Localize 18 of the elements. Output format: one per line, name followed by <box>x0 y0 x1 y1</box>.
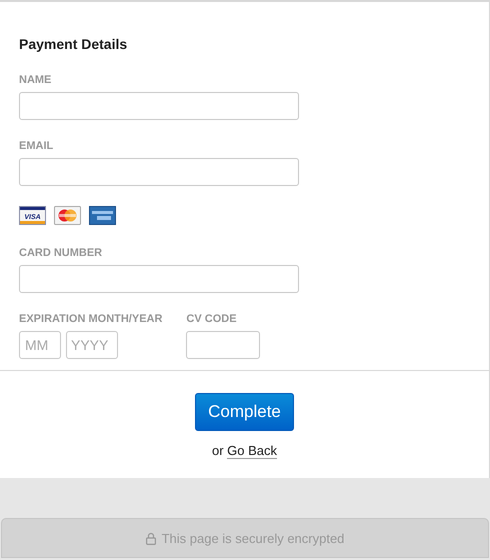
field-label: EMAIL <box>19 140 54 152</box>
cv-code-field[interactable] <box>186 331 260 359</box>
mastercard-card-icon <box>54 206 81 225</box>
month-field[interactable]: MM <box>19 331 61 359</box>
field-label: EXPIRATION MONTH/YEAR <box>19 313 162 325</box>
or-text: or <box>212 443 224 458</box>
year-field[interactable]: YYYY <box>66 331 118 359</box>
lock-icon <box>146 532 156 544</box>
security-text: This page is securely encrypted <box>162 530 344 546</box>
go-back-link[interactable]: Go Back <box>227 443 278 459</box>
complete-button[interactable]: Complete <box>195 393 294 431</box>
card-number-field[interactable] <box>19 265 299 293</box>
input-field[interactable] <box>19 158 299 186</box>
form-title: Payment Details <box>19 36 128 52</box>
input-field[interactable] <box>19 92 299 120</box>
field-label: NAME <box>19 74 52 86</box>
field-label: CARD NUMBER <box>19 247 104 259</box>
field-label: CV CODE <box>186 313 238 325</box>
